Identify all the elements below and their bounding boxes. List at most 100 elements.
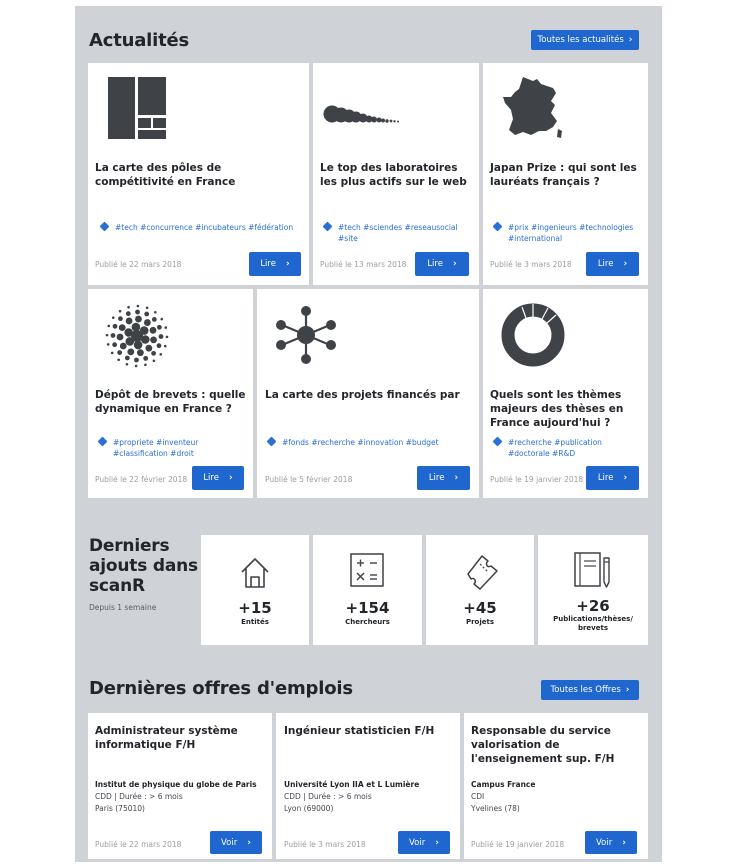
news-card-tags: #recherche #publication #doctorale #R&D <box>492 436 643 459</box>
read-button-label: Lire <box>427 259 443 269</box>
read-button[interactable]: Lire › <box>415 252 469 276</box>
job-organization: Campus France <box>471 780 536 789</box>
view-button[interactable]: Voir › <box>585 831 637 854</box>
news-card[interactable]: Dépôt de brevets : quelle dynamique en F… <box>88 289 253 498</box>
news-card-tags-text: #propriete #inventeur #classification #d… <box>113 438 199 458</box>
chevron-right-icon: › <box>622 837 626 848</box>
news-card-title: La carte des pôles de compétitivité en F… <box>95 162 236 188</box>
latest-subtitle: Depuis 1 semaine <box>89 603 157 612</box>
stat-label: Chercheurs <box>345 618 390 626</box>
job-location: Lyon (69000) <box>284 804 334 813</box>
news-card-title: Le top des laboratoires les plus actifs … <box>320 162 467 188</box>
read-button-label: Lire <box>260 259 276 269</box>
view-button-label: Voir <box>409 837 426 848</box>
read-button-label: Lire <box>597 259 614 269</box>
tag-icon <box>322 221 333 232</box>
notebook-pen-icon <box>574 552 610 588</box>
tag-icon <box>266 436 277 447</box>
news-card-tags: #tech #sciendes #reseausocial #site <box>322 221 468 244</box>
news-card-date: Publié le 22 mars 2018 <box>95 260 182 269</box>
chevron-right-icon: › <box>454 473 459 483</box>
read-button[interactable]: Lire › <box>192 466 244 490</box>
job-card[interactable]: Ingénieur statisticien F/H Université Ly… <box>276 713 460 859</box>
read-button[interactable]: Lire › <box>417 466 470 490</box>
news-card-tags: #propriete #inventeur #classification #d… <box>97 436 248 459</box>
news-card[interactable]: La carte des pôles de compétitivité en F… <box>88 63 309 285</box>
stat-card-projects[interactable]: +45 Projets <box>426 535 534 645</box>
stat-value: +154 <box>345 599 390 617</box>
news-card[interactable]: La carte des projets financés par l'ANR … <box>257 289 479 498</box>
news-card-date: Publié le 22 février 2018 <box>95 475 188 484</box>
job-date: Publié le 22 mars 2018 <box>95 840 182 849</box>
chevron-right-icon: › <box>285 259 290 269</box>
view-button-label: Voir <box>221 837 238 848</box>
news-card-date: Publié le 13 mars 2018 <box>320 260 407 269</box>
view-button[interactable]: Voir › <box>398 831 450 854</box>
network-icon <box>276 306 336 364</box>
chevron-right-icon: › <box>452 259 457 269</box>
house-icon <box>241 558 269 588</box>
read-button[interactable]: Lire › <box>586 466 639 490</box>
news-card-tags-text: #tech #concurrence #incubateurs #fédérat… <box>115 223 294 232</box>
stat-card-researchers[interactable]: +154 Chercheurs <box>313 535 422 645</box>
news-card-date: Publié le 5 février 2018 <box>265 475 353 484</box>
france-map-icon <box>503 77 562 138</box>
job-contract: CDI <box>471 792 485 801</box>
news-card-title: Dépôt de brevets : quelle dynamique en F… <box>95 389 246 415</box>
tag-icon <box>492 436 503 447</box>
job-contract: CDD | Durée : > 6 mois <box>95 792 183 801</box>
stat-label: Projets <box>465 618 495 626</box>
tag-icon <box>97 436 108 447</box>
all-news-button[interactable]: Toutes les actualités › <box>531 30 639 50</box>
view-button-label: Voir <box>596 837 613 848</box>
chevron-right-icon: › <box>623 473 628 483</box>
all-news-button-label: Toutes les actualités <box>537 35 624 45</box>
job-organization: Université Lyon IIA et L Lumière <box>284 780 420 789</box>
read-button-label: Lire <box>597 473 614 483</box>
news-card-title: La carte des projets financés par l'ANR <box>265 389 460 404</box>
stat-card-publications[interactable]: +26 Publications/thèses/ brevets <box>538 535 648 645</box>
view-button[interactable]: Voir › <box>210 831 262 854</box>
news-card-date: Publié le 3 mars 2018 <box>490 260 572 269</box>
calculator-icon <box>350 553 384 587</box>
jobs-section-title: Dernières offres d'emplois <box>89 678 353 699</box>
news-card-tags-text: #prix #ingenieurs #technologies #interna… <box>508 223 634 243</box>
job-card[interactable]: Responsable du service valorisation de l… <box>464 713 648 859</box>
news-card-tags: #prix #ingenieurs #technologies #interna… <box>492 221 643 244</box>
news-card-title: Japan Prize : qui sont les lauréats fran… <box>490 162 637 188</box>
job-card[interactable]: Administrateur système informatique F/H … <box>88 713 272 859</box>
news-card-tags-text: #tech #sciendes #reseausocial #site <box>338 223 458 243</box>
news-card[interactable]: Quels sont les thèmes majeurs des thèses… <box>483 289 648 498</box>
chevron-right-icon: › <box>623 259 628 269</box>
news-card[interactable]: Japan Prize : qui sont les lauréats fran… <box>483 63 648 285</box>
page: Actualités Toutes les actualités › La ca… <box>75 6 662 862</box>
all-jobs-button-label: Toutes les Offres <box>550 685 621 695</box>
job-organization: Institut de physique du globe de Paris <box>95 780 257 789</box>
chevron-right-icon: › <box>247 837 251 848</box>
job-title: Responsable du service valorisation de l… <box>471 725 615 765</box>
read-button[interactable]: Lire › <box>586 252 639 276</box>
stat-card-entities[interactable]: +15 Entités <box>201 535 309 645</box>
dot-cluster-icon <box>105 304 169 368</box>
stat-label: Entités <box>241 618 269 626</box>
news-section-title: Actualités <box>89 30 190 51</box>
news-card-tags-text: #fonds #recherche #innovation #budget <box>282 438 439 447</box>
all-jobs-button[interactable]: Toutes les Offres › <box>541 680 639 700</box>
ticket-icon <box>467 555 498 590</box>
news-card-tags: #fonds #recherche #innovation #budget <box>266 436 472 448</box>
bubble-trail-icon <box>323 105 399 123</box>
treemap-icon <box>108 77 166 139</box>
read-button-label: Lire <box>203 473 219 483</box>
job-title: Administrateur système informatique F/H <box>95 725 238 751</box>
chevron-right-icon: › <box>435 837 439 848</box>
chevron-right-icon: › <box>628 35 633 45</box>
donut-icon <box>501 303 565 367</box>
stat-value: +45 <box>463 599 497 617</box>
job-location: Paris (75010) <box>95 804 145 813</box>
job-date: Publié le 3 mars 2018 <box>284 840 366 849</box>
stat-label: Publications/thèses/ brevets <box>553 615 633 632</box>
read-button[interactable]: Lire › <box>249 252 301 276</box>
news-card[interactable]: Le top des laboratoires les plus actifs … <box>313 63 479 285</box>
news-card-date: Publié le 19 janvier 2018 <box>490 475 584 484</box>
news-card-title: Quels sont les thèmes majeurs des thèses… <box>490 389 624 429</box>
